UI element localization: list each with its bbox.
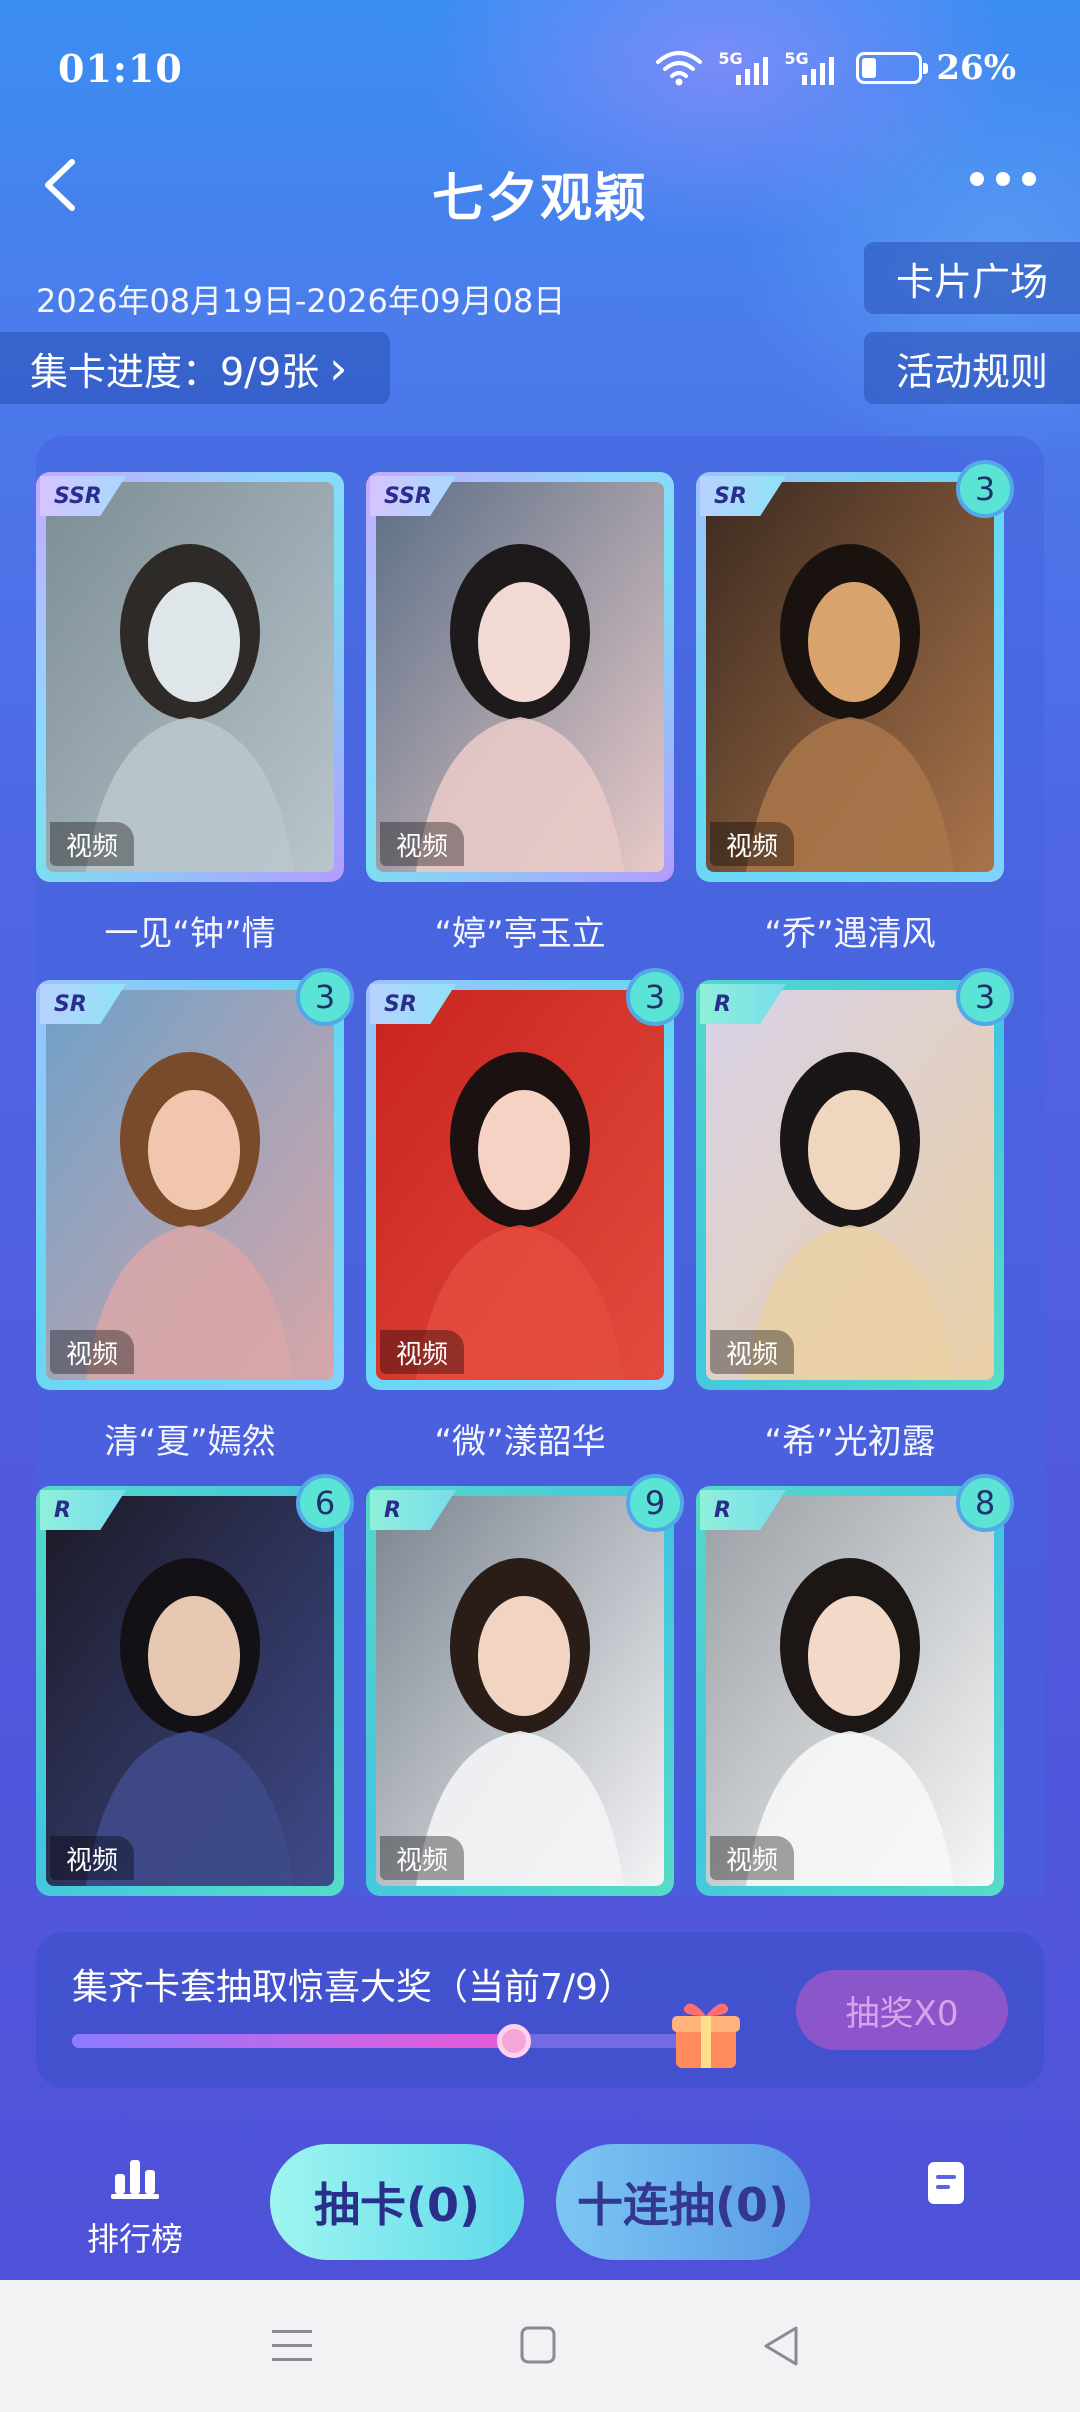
gift-icon (672, 2003, 740, 2068)
video-tag: 视频 (710, 1836, 795, 1880)
menu-icon[interactable] (262, 2318, 322, 2374)
activity-rules-button[interactable]: 活动规则 (864, 332, 1080, 404)
more-dots-icon[interactable] (970, 172, 1036, 186)
collection-card[interactable]: SR 视频 3 “乔”遇清风 (696, 460, 1014, 955)
app-screen: 01:10 5G 5G 26% 七夕观颖 2026年08月19日-2026年09… (0, 0, 1080, 2280)
signal-icon: 5G (784, 49, 836, 87)
draw-card-button[interactable]: 抽卡(0) (270, 2144, 524, 2260)
activity-date-range: 2026年08月19日-2026年09月08日 (36, 282, 566, 320)
collection-card[interactable]: SR 视频 3 “微”漾韶华 (366, 968, 684, 1463)
system-nav-bar (0, 2280, 1080, 2412)
card-name: “乔”遇清风 (764, 914, 936, 954)
card-count-badge: 9 (626, 1474, 684, 1532)
ranking-button[interactable]: 排行榜 (80, 2158, 190, 2260)
prize-progress-knob (497, 2024, 531, 2058)
collection-card[interactable]: R 视频 8 (696, 1474, 1014, 1896)
home-square-icon[interactable] (508, 2318, 568, 2374)
collection-card[interactable]: R 视频 6 (36, 1474, 354, 1896)
card-name: 一见“钟”情 (104, 914, 276, 954)
video-tag: 视频 (710, 822, 795, 866)
wifi-icon (656, 51, 703, 86)
video-tag: 视频 (710, 1330, 795, 1374)
card-photo (46, 482, 334, 872)
draw-prize-button[interactable]: 抽奖X0 (796, 1970, 1008, 2050)
prize-progress-bar (72, 2024, 732, 2058)
prize-progress-fill (72, 2034, 514, 2048)
card-frame: R 视频 6 (36, 1474, 354, 1896)
video-tag: 视频 (50, 822, 135, 866)
status-icons: 5G 5G 26% (654, 48, 1016, 88)
prize-description: 集齐卡套抽取惊喜大奖（当前7/9） (72, 1967, 634, 2008)
card-frame: R 视频 9 (366, 1474, 684, 1896)
video-tag: 视频 (380, 822, 465, 866)
card-photo (46, 990, 334, 1380)
card-count-badge: 3 (626, 968, 684, 1026)
card-photo (706, 990, 994, 1380)
status-bar: 01:10 5G 5G 26% (0, 0, 1080, 140)
collection-card[interactable]: R 视频 9 (366, 1474, 684, 1896)
card-photo (376, 482, 664, 872)
card-name: “微”漾韶华 (434, 1422, 606, 1462)
card-count-badge: 3 (956, 968, 1014, 1026)
video-tag: 视频 (50, 1330, 135, 1374)
card-photo (706, 482, 994, 872)
collection-card[interactable]: SSR 视频 “婷”亭玉立 (366, 472, 674, 955)
card-count-badge: 3 (956, 460, 1014, 518)
card-frame: SR 视频 3 (36, 968, 354, 1390)
page-title: 七夕观颖 (431, 169, 648, 229)
card-frame: SR 视频 3 (696, 460, 1014, 882)
video-tag: 视频 (50, 1836, 135, 1880)
document-icon[interactable] (926, 2160, 966, 2206)
card-photo (376, 1496, 664, 1886)
video-tag: 视频 (380, 1836, 465, 1880)
ten-draw-button[interactable]: 十连抽(0) (556, 2144, 810, 2260)
card-photo (376, 990, 664, 1380)
back-triangle-icon[interactable] (752, 2318, 812, 2374)
card-count-badge: 8 (956, 1474, 1014, 1532)
card-frame: R 视频 8 (696, 1474, 1014, 1896)
battery-icon (856, 52, 929, 84)
prize-panel: 集齐卡套抽取惊喜大奖（当前7/9） 抽奖X0 (36, 1932, 1044, 2088)
card-collection-panel: SSR 视频 一见“钟”情 SSR 视频 “婷”亭玉立 SR 视频 3 “乔”遇清风 SR 视频 3 清“… (36, 436, 1044, 1896)
collection-card[interactable]: SR 视频 3 清“夏”嫣然 (36, 968, 354, 1463)
battery-percent: 26% (936, 48, 1016, 88)
video-tag: 视频 (380, 1330, 465, 1374)
card-frame: SR 视频 3 (366, 968, 684, 1390)
bar-chart-icon (111, 2160, 159, 2199)
status-time: 01:10 (58, 46, 183, 91)
card-count-badge: 6 (296, 1474, 354, 1532)
card-frame: SSR 视频 (36, 472, 344, 882)
collection-card[interactable]: SSR 视频一见“钟”情 (36, 472, 344, 955)
chevron-right-icon: › (329, 341, 348, 395)
card-name: “希”光初露 (764, 1422, 936, 1462)
card-photo (706, 1496, 994, 1886)
collection-progress-label: 集卡进度：9/9张 (30, 349, 320, 394)
card-name: 清“夏”嫣然 (104, 1422, 276, 1462)
card-count-badge: 3 (296, 968, 354, 1026)
card-plaza-button[interactable]: 卡片广场 (864, 242, 1080, 314)
collection-card[interactable]: R 视频 3 “希”光初露 (696, 968, 1014, 1463)
card-name: “婷”亭玉立 (434, 914, 606, 954)
card-frame: SSR 视频 (366, 472, 674, 882)
signal-icon: 5G (718, 49, 770, 87)
ranking-label: 排行榜 (86, 2220, 183, 2258)
card-photo (46, 1496, 334, 1886)
card-frame: R 视频 3 (696, 968, 1014, 1390)
collection-progress-link[interactable]: 集卡进度：9/9张 › (0, 332, 390, 404)
